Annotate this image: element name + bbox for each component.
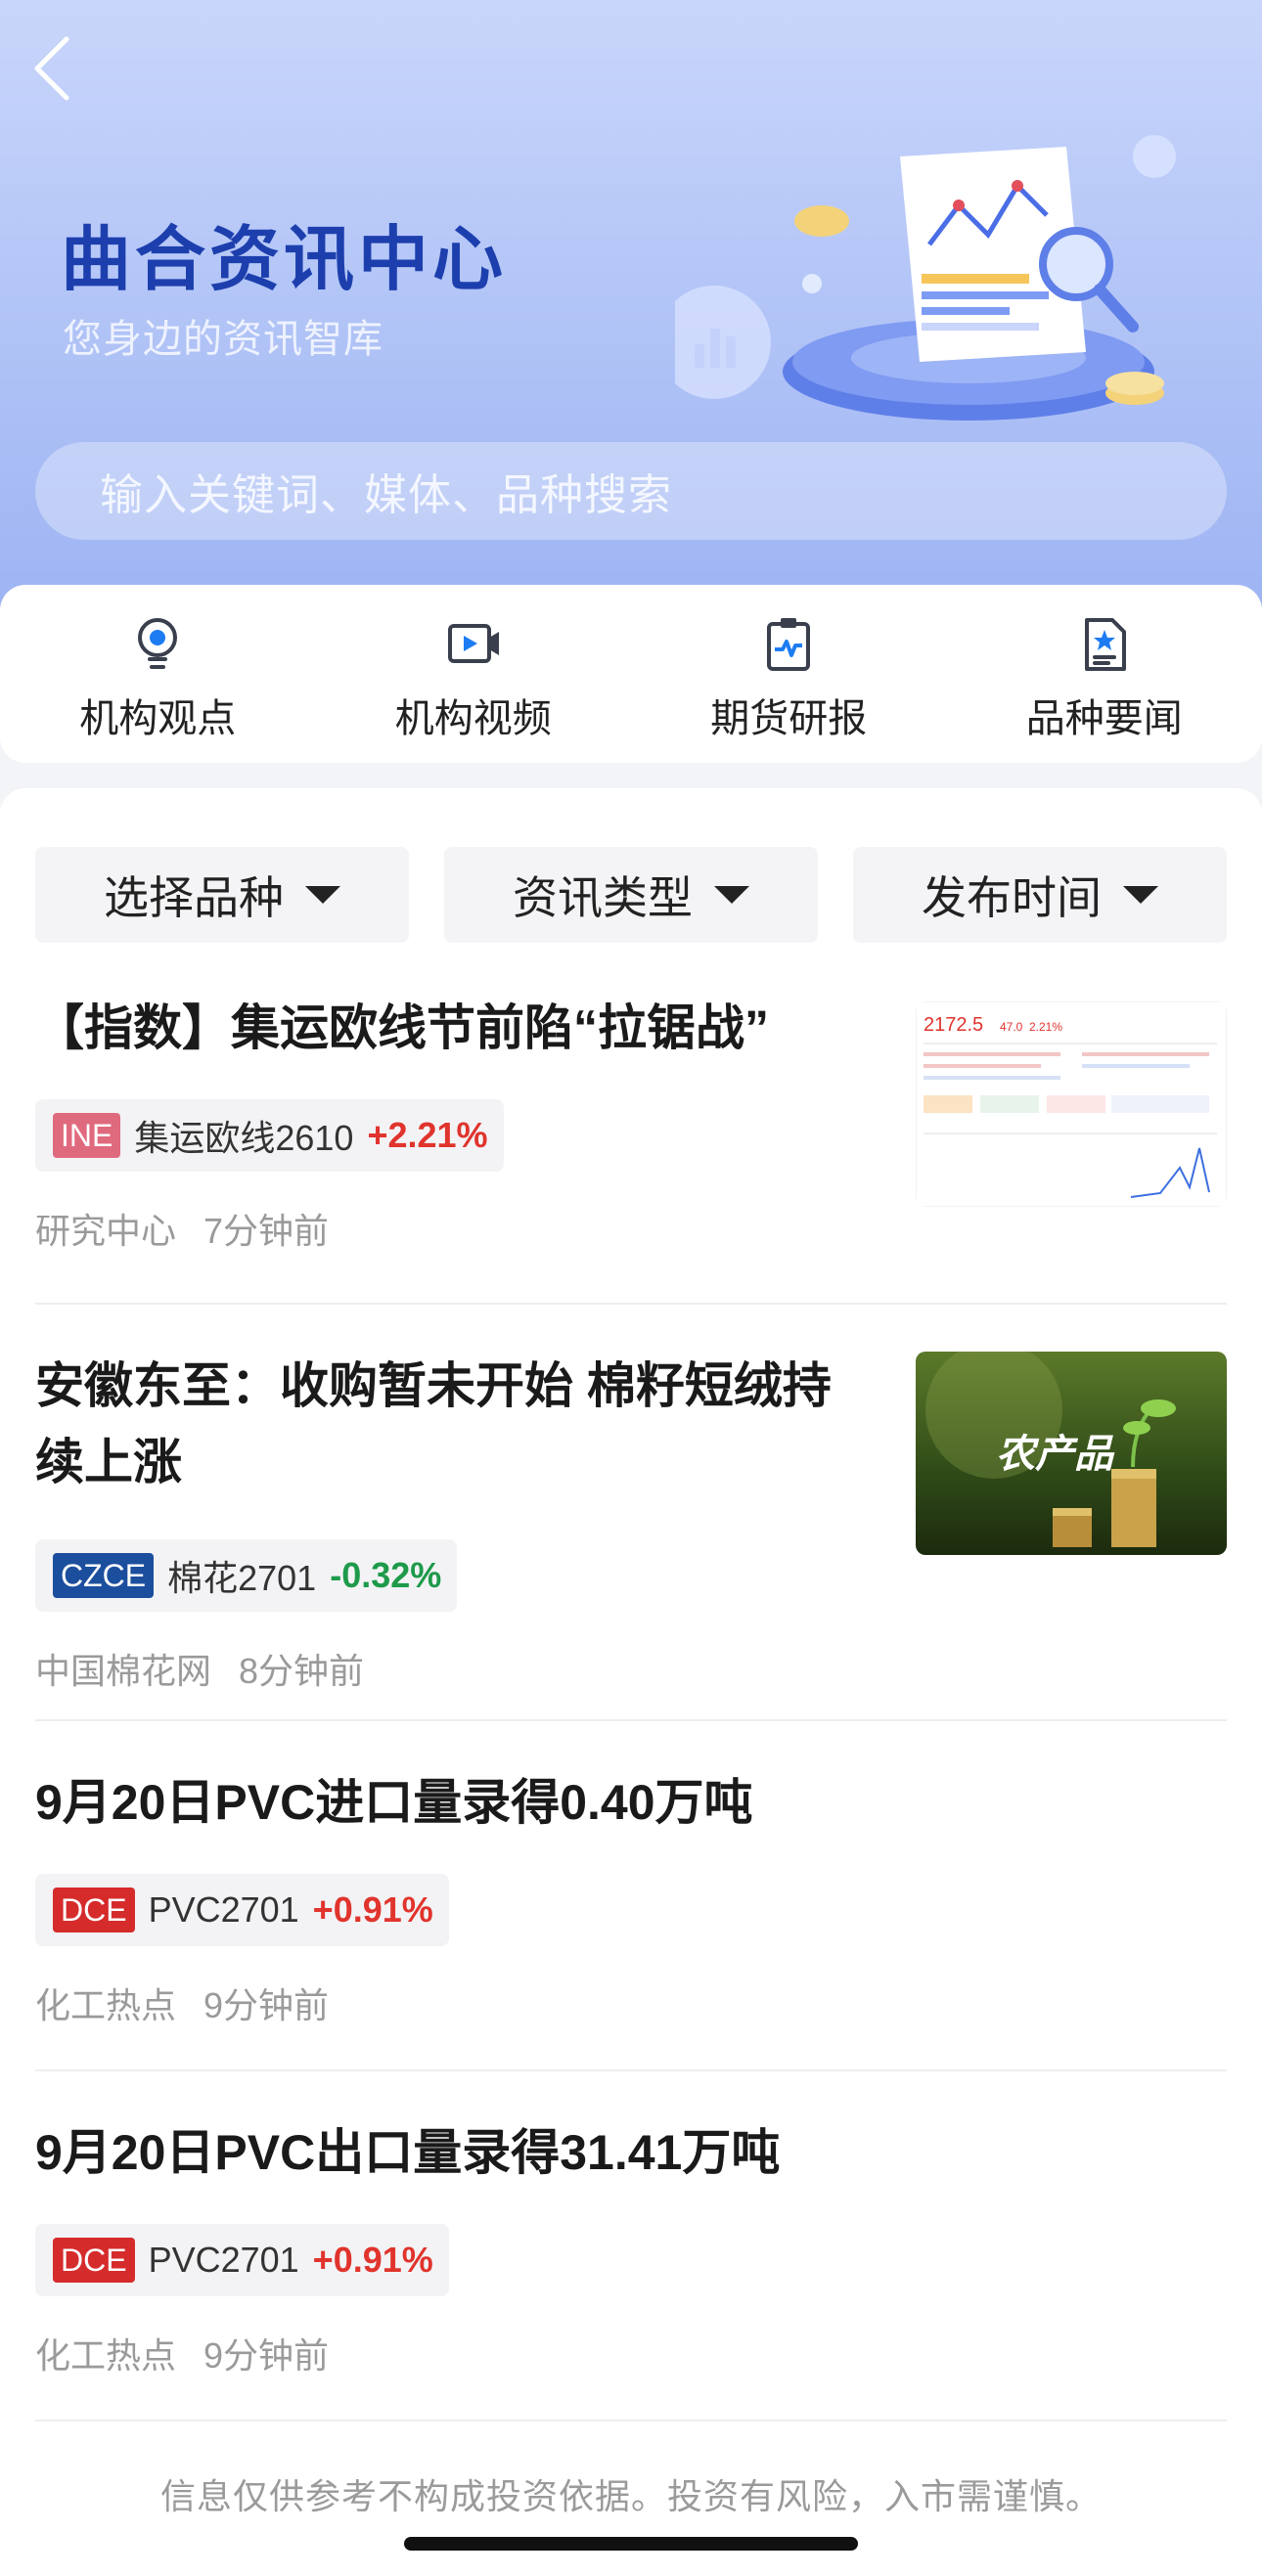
article-source: 化工热点 (35, 2335, 177, 2376)
article-meta: 研究中心 7分钟前 (35, 1203, 329, 1254)
price-change: +0.91% (312, 2240, 433, 2280)
divider (35, 2069, 1227, 2071)
filter-label: 发布时间 (922, 872, 1102, 923)
contract-tag[interactable]: CZCE 棉花2701 -0.32% (35, 1539, 458, 1612)
report-illustration-icon (675, 135, 1176, 421)
contract-name: PVC2701 (148, 1889, 299, 1930)
contract-name: 棉花2701 (167, 1558, 317, 1598)
article-source: 研究中心 (35, 1211, 177, 1251)
caret-down-icon (1123, 886, 1158, 904)
filter-time-dropdown[interactable]: 发布时间 (853, 847, 1227, 943)
article-item[interactable]: 9月20日PVC进口量录得0.40万吨 DCE PVC2701 +0.91% 化… (35, 1764, 1227, 2058)
article-title: 安徽东至：收购暂未开始 棉籽短绒持续上涨 (35, 1358, 832, 1489)
news-star-icon (1084, 618, 1126, 671)
divider (35, 2420, 1227, 2421)
quick-nav-commodity-news[interactable]: 品种要闻 (947, 585, 1262, 763)
thumb-label: 农产品 (996, 1433, 1115, 1476)
article-thumbnail: 2172.5 47.0 2.21% (916, 1001, 1227, 1207)
article-title: 【指数】集运欧线节前陷“拉锯战” (35, 1000, 769, 1055)
divider (35, 1303, 1227, 1305)
quick-nav-futures-research[interactable]: 期货研报 (631, 585, 947, 763)
report-clipboard-icon (767, 618, 811, 671)
article-time: 9分钟前 (203, 2335, 330, 2376)
filter-type-dropdown[interactable]: 资讯类型 (444, 847, 818, 943)
article-thumbnail: 农产品 (916, 1352, 1227, 1555)
article-item[interactable]: 9月20日PVC出口量录得31.41万吨 DCE PVC2701 +0.91% … (35, 2114, 1227, 2408)
price-change: +2.21% (367, 1115, 488, 1155)
divider (35, 1719, 1227, 1721)
quick-nav-label: 期货研报 (710, 697, 868, 740)
filter-label: 选择品种 (104, 872, 284, 923)
search-placeholder: 输入关键词、媒体、品种搜索 (100, 471, 672, 519)
back-arrow-icon[interactable] (29, 29, 88, 108)
search-input[interactable]: 输入关键词、媒体、品种搜索 (35, 442, 1227, 540)
article-time: 9分钟前 (203, 1985, 330, 2025)
contract-tag[interactable]: DCE PVC2701 +0.91% (35, 1874, 449, 1946)
article-time: 8分钟前 (239, 1651, 365, 1691)
article-item[interactable]: 【指数】集运欧线节前陷“拉锯战” INE 集运欧线2610 +2.21% 研究中… (35, 990, 1227, 1303)
page-subtitle: 您身边的资讯智库 (63, 318, 383, 361)
page-title: 曲合资讯中心 (61, 221, 508, 299)
article-meta: 中国棉花网 8分钟前 (35, 1643, 364, 1694)
article-title: 9月20日PVC出口量录得31.41万吨 (35, 2125, 781, 2180)
exchange-badge: DCE (53, 1888, 135, 1932)
lightbulb-icon (138, 618, 178, 669)
quick-nav-label: 品种要闻 (1025, 697, 1183, 740)
exchange-badge: DCE (53, 2238, 135, 2283)
article-meta: 化工热点 9分钟前 (35, 1977, 329, 2028)
article-item[interactable]: 安徽东至：收购暂未开始 棉籽短绒持续上涨 CZCE 棉花2701 -0.32% … (35, 1348, 1227, 1696)
thumb-pct: 2.21% (1029, 1020, 1062, 1034)
filter-bar: 选择品种 资讯类型 发布时间 (35, 847, 1227, 943)
exchange-badge: INE (53, 1113, 121, 1158)
quick-nav-institution-views[interactable]: 机构观点 (0, 585, 316, 763)
contract-name: 集运欧线2610 (134, 1118, 354, 1158)
article-title: 9月20日PVC进口量录得0.40万吨 (35, 1775, 753, 1830)
thumb-delta: 47.0 (1000, 1020, 1023, 1034)
contract-tag[interactable]: DCE PVC2701 +0.91% (35, 2224, 449, 2296)
home-indicator[interactable] (404, 2537, 858, 2551)
article-meta: 化工热点 9分钟前 (35, 2328, 329, 2378)
thumb-price: 2172.5 (924, 1014, 983, 1036)
filter-commodity-dropdown[interactable]: 选择品种 (35, 847, 409, 943)
contract-name: PVC2701 (148, 2240, 299, 2280)
video-icon (447, 624, 499, 663)
risk-disclaimer: 信息仅供参考不构成投资依据。投资有风险，入市需谨慎。 (159, 2476, 1102, 2516)
quick-nav-institution-videos[interactable]: 机构视频 (316, 585, 632, 763)
article-time: 7分钟前 (203, 1211, 330, 1251)
price-change: -0.32% (330, 1555, 442, 1595)
price-change: +0.91% (312, 1889, 433, 1930)
quick-nav-label: 机构观点 (79, 697, 237, 740)
hero-banner: 曲合资讯中心 您身边的资讯智库 输入关键词、媒体、品种搜索 (0, 0, 1262, 626)
exchange-badge: CZCE (53, 1553, 155, 1598)
article-source: 化工热点 (35, 1985, 177, 2025)
filter-label: 资讯类型 (513, 872, 693, 923)
contract-tag[interactable]: INE 集运欧线2610 +2.21% (35, 1099, 504, 1172)
quick-nav: 机构观点 机构视频 期货研报 品种要闻 (0, 585, 1262, 763)
news-list-panel: 选择品种 资讯类型 发布时间 【指数】集运欧线节前陷“拉锯战” INE 集运欧线… (0, 788, 1262, 2576)
caret-down-icon (305, 886, 340, 904)
quick-nav-label: 机构视频 (394, 697, 552, 740)
article-source: 中国棉花网 (35, 1651, 212, 1691)
caret-down-icon (714, 886, 749, 904)
